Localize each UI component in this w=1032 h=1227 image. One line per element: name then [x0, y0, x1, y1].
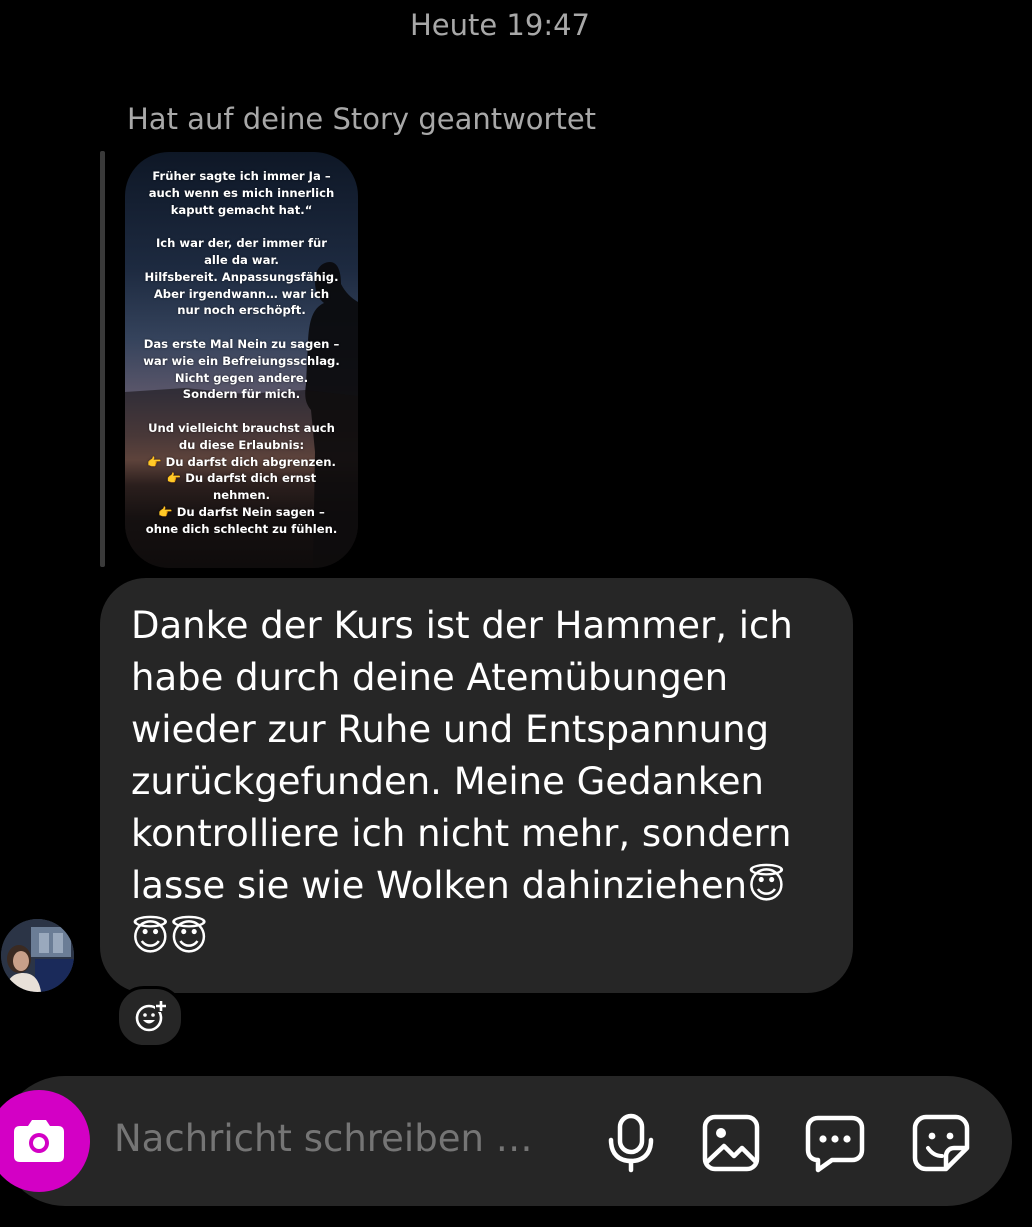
avatar-photo [1, 919, 74, 992]
message-bubble[interactable]: Danke der Kurs ist der Hammer, ich habe … [100, 578, 853, 993]
reply-indicator-bar [100, 151, 105, 567]
message-timestamp: Heute 19:47 [409, 8, 591, 42]
message-input[interactable] [112, 1116, 576, 1161]
message-text: Danke der Kurs ist der Hammer, ich habe … [131, 604, 793, 959]
chat-bubble-icon[interactable] [804, 1112, 866, 1174]
sender-avatar[interactable] [1, 919, 74, 992]
message-composer [0, 1076, 1012, 1206]
sticker-icon[interactable] [910, 1112, 972, 1174]
story-reply-label: Hat auf deine Story geantwortet [127, 102, 597, 136]
add-reaction-icon [135, 1000, 167, 1032]
microphone-icon[interactable] [600, 1112, 662, 1174]
camera-icon [14, 1120, 64, 1162]
add-reaction-button[interactable] [116, 986, 184, 1048]
camera-button[interactable] [0, 1090, 90, 1192]
story-thumbnail[interactable]: Früher sagte ich immer Ja – auch wenn es… [125, 152, 358, 568]
gallery-icon[interactable] [700, 1112, 762, 1174]
story-text: Früher sagte ich immer Ja – auch wenn es… [143, 169, 340, 536]
